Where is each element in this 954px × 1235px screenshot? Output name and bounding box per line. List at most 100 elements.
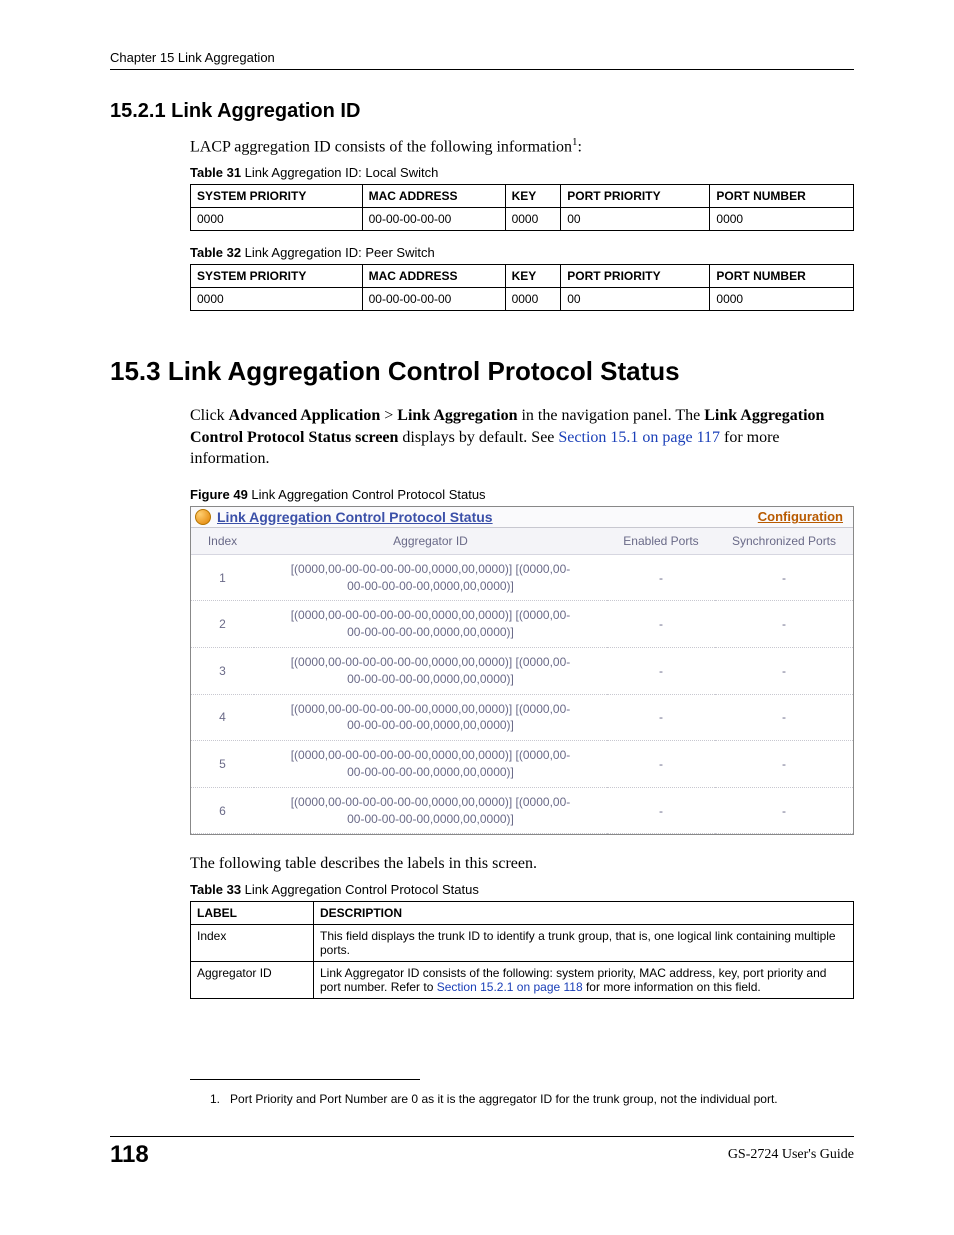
t33-h-label: LABEL — [191, 902, 314, 925]
t31-c1: 00-00-00-00-00 — [362, 208, 505, 231]
t32-h3: PORT PRIORITY — [561, 265, 710, 288]
col-synchronized-ports: Synchronized Ports — [715, 528, 853, 555]
table-33-caption: Table 33 Link Aggregation Control Protoc… — [190, 882, 854, 897]
t32-h0: SYSTEM PRIORITY — [191, 265, 363, 288]
heading-15-3: 15.3 Link Aggregation Control Protocol S… — [110, 356, 854, 387]
table-row: 6 [(0000,00-00-00-00-00-00,0000,00,0000)]… — [191, 787, 853, 834]
agg-l1: [(0000,00-00-00-00-00-00,0000,00,0000)] … — [291, 562, 571, 576]
table-row: 0000 00-00-00-00-00 0000 00 0000 — [191, 208, 854, 231]
agg-l1: [(0000,00-00-00-00-00-00,0000,00,0000)] … — [291, 795, 571, 809]
intro-paragraph: LACP aggregation ID consists of the foll… — [190, 135, 854, 157]
t32-c2: 0000 — [505, 288, 561, 311]
t32-c1: 00-00-00-00-00 — [362, 288, 505, 311]
table-row: SYSTEM PRIORITY MAC ADDRESS KEY PORT PRI… — [191, 265, 854, 288]
agg: [(0000,00-00-00-00-00-00,0000,00,0000)] … — [254, 694, 607, 741]
ep: - — [607, 741, 715, 788]
configuration-link[interactable]: Configuration — [758, 509, 843, 524]
figure-49-caption-bold: Figure 49 — [190, 487, 248, 502]
page-number: 118 — [110, 1141, 149, 1169]
lacp-status-screenshot: Link Aggregation Control Protocol Status… — [190, 506, 854, 836]
table-row: 2[(0000,00-00-00-00-00-00,0000,00,0000)]… — [191, 601, 853, 648]
heading-15-2-1: 15.2.1 Link Aggregation ID — [110, 100, 854, 123]
table-row: 0000 00-00-00-00-00 0000 00 0000 — [191, 288, 854, 311]
bullet-icon — [195, 509, 211, 525]
footnote-1: 1. Port Priority and Port Number are 0 a… — [210, 1092, 854, 1106]
link-section-15-1[interactable]: Section 15.1 on page 117 — [558, 429, 720, 446]
intro-text-b: : — [578, 138, 582, 155]
sp: - — [715, 601, 853, 648]
table-33: LABEL DESCRIPTION Index This field displ… — [190, 901, 854, 999]
ep: - — [607, 694, 715, 741]
agg-l2: 00-00-00-00-00,0000,00,0000)] — [347, 765, 514, 779]
table-32-caption: Table 32 Link Aggregation ID: Peer Switc… — [190, 245, 854, 260]
t33-r2-desc: Link Aggregator ID consists of the follo… — [314, 962, 854, 999]
agg-l2: 00-00-00-00-00,0000,00,0000)] — [347, 579, 514, 593]
ep: - — [607, 647, 715, 694]
ep: - — [607, 787, 715, 834]
sp: - — [715, 647, 853, 694]
txt-bold: Link Aggregation — [397, 407, 517, 424]
agg: [(0000,00-00-00-00-00-00,0000,00,0000)] … — [254, 741, 607, 788]
page-footer: 118 GS-2724 User's Guide — [110, 1136, 854, 1169]
table-31: SYSTEM PRIORITY MAC ADDRESS KEY PORT PRI… — [190, 184, 854, 231]
table-row: Index This field displays the trunk ID t… — [191, 925, 854, 962]
t31-c0: 0000 — [191, 208, 363, 231]
table-row: 4 [(0000,00-00-00-00-00-00,0000,00,0000)]… — [191, 694, 853, 741]
t32-c4: 0000 — [710, 288, 854, 311]
idx: 3 — [191, 647, 254, 694]
idx: 2 — [191, 601, 254, 648]
idx: 1 — [191, 554, 254, 601]
footnote-text: Port Priority and Port Number are 0 as i… — [230, 1092, 778, 1106]
t33-r1-label: Index — [191, 925, 314, 962]
agg-l1: [(0000,00-00-00-00-00-00,0000,00,0000)] … — [291, 655, 571, 669]
table-32-caption-bold: Table 32 — [190, 245, 241, 260]
footnote-rule — [190, 1079, 420, 1080]
table-row: Index Aggregator ID Enabled Ports Synchr… — [191, 528, 853, 555]
table-33-caption-rest: Link Aggregation Control Protocol Status — [241, 882, 479, 897]
agg-l1: [(0000,00-00-00-00-00-00,0000,00,0000)] … — [291, 702, 571, 716]
table-31-caption-bold: Table 31 — [190, 165, 241, 180]
sp: - — [715, 554, 853, 601]
table-31-caption: Table 31 Link Aggregation ID: Local Swit… — [190, 165, 854, 180]
t31-c2: 0000 — [505, 208, 561, 231]
txt: > — [380, 407, 397, 424]
table-row: SYSTEM PRIORITY MAC ADDRESS KEY PORT PRI… — [191, 185, 854, 208]
table-31-caption-rest: Link Aggregation ID: Local Switch — [241, 165, 438, 180]
ep: - — [607, 601, 715, 648]
table-32-caption-rest: Link Aggregation ID: Peer Switch — [241, 245, 435, 260]
txt-bold: Advanced Application — [229, 407, 381, 424]
t32-h1: MAC ADDRESS — [362, 265, 505, 288]
col-index: Index — [191, 528, 254, 555]
table-row: 5[(0000,00-00-00-00-00-00,0000,00,0000)]… — [191, 741, 853, 788]
table-32: SYSTEM PRIORITY MAC ADDRESS KEY PORT PRI… — [190, 264, 854, 311]
sp: - — [715, 787, 853, 834]
agg-l2: 00-00-00-00-00,0000,00,0000)] — [347, 672, 514, 686]
agg: [(0000,00-00-00-00-00-00,0000,00,0000)] … — [254, 601, 607, 648]
guide-name: GS-2724 User's Guide — [728, 1147, 854, 1163]
t32-h2: KEY — [505, 265, 561, 288]
txt: in the navigation panel. The — [517, 407, 704, 424]
t32-c3: 00 — [561, 288, 710, 311]
table-row: 3 [(0000,00-00-00-00-00-00,0000,00,0000)]… — [191, 647, 853, 694]
table-row: Aggregator ID Link Aggregator ID consist… — [191, 962, 854, 999]
figure-49-caption: Figure 49 Link Aggregation Control Proto… — [190, 487, 854, 502]
footnote-num: 1. — [210, 1092, 220, 1106]
idx: 6 — [191, 787, 254, 834]
t31-c4: 0000 — [710, 208, 854, 231]
agg: [(0000,00-00-00-00-00-00,0000,00,0000)] … — [254, 647, 607, 694]
after-figure-text: The following table describes the labels… — [190, 853, 854, 874]
t31-h3: PORT PRIORITY — [561, 185, 710, 208]
lacp-status-table: Index Aggregator ID Enabled Ports Synchr… — [191, 528, 853, 835]
t33-h-desc: DESCRIPTION — [314, 902, 854, 925]
agg-l2: 00-00-00-00-00,0000,00,0000)] — [347, 812, 514, 826]
t31-c3: 00 — [561, 208, 710, 231]
idx: 4 — [191, 694, 254, 741]
agg-l1: [(0000,00-00-00-00-00-00,0000,00,0000)] … — [291, 748, 571, 762]
link-section-15-2-1[interactable]: Section 15.2.1 on page 118 — [437, 980, 583, 994]
sp: - — [715, 694, 853, 741]
agg: [(0000,00-00-00-00-00-00,0000,00,0000)] … — [254, 554, 607, 601]
figure-49-caption-rest: Link Aggregation Control Protocol Status — [248, 487, 486, 502]
screen-title: Link Aggregation Control Protocol Status — [217, 509, 493, 525]
agg-l2: 00-00-00-00-00,0000,00,0000)] — [347, 718, 514, 732]
txt: for more information on this field. — [583, 980, 761, 994]
